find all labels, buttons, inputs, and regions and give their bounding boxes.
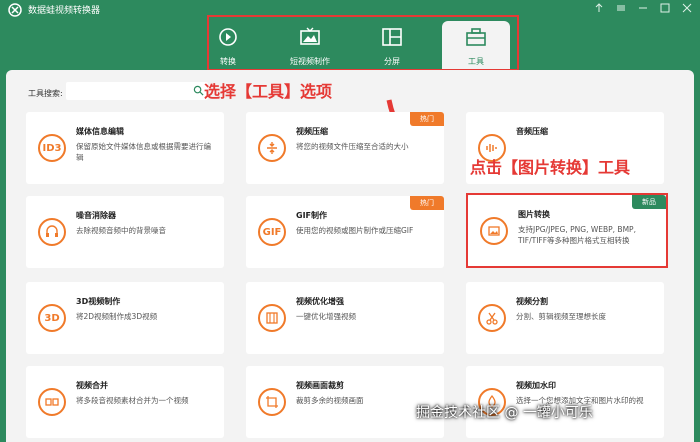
tool-title: GIF制作 — [296, 211, 328, 220]
tool-desc: 将2D视频制作成3D视频 — [76, 312, 158, 321]
tool-title: 3D视频制作 — [76, 297, 121, 306]
menu-icon[interactable] — [592, 2, 606, 16]
tool-card[interactable]: 视频分割 分割、剪辑视频至理想长度 — [466, 282, 664, 354]
tool-title: 媒体信息编辑 — [76, 127, 124, 136]
merge-icon — [38, 388, 66, 416]
tool-card[interactable]: 视频压缩 将您的视频文件压缩至合适的大小 热门 — [246, 112, 444, 184]
search-label: 工具搜索: — [28, 89, 63, 98]
tabs-highlight-box — [207, 15, 519, 71]
tool-title: 视频优化增强 — [296, 297, 344, 306]
tool-desc: 分割、剪辑视频至理想长度 — [516, 312, 606, 321]
id3-icon: ID3 — [38, 134, 66, 162]
tool-card[interactable]: 3D 3D视频制作 将2D视频制作成3D视频 — [26, 282, 224, 354]
gif-icon: GIF — [258, 218, 286, 246]
tool-desc: 使用您的视频或图片制作或压缩GIF — [296, 226, 414, 235]
scissors-icon — [478, 304, 506, 332]
tool-title: 视频分割 — [516, 297, 548, 306]
tool-card[interactable]: 噪音消除器 去除视频音频中的背景噪音 — [26, 196, 224, 268]
tool-desc: 保留原始文件媒体信息或根据需要进行编辑 — [76, 142, 211, 162]
search-input[interactable] — [66, 82, 208, 100]
tool-title: 视频合并 — [76, 381, 108, 390]
annotation-step1: 选择【工具】选项 — [204, 82, 333, 101]
annotation-step2: 点击【图片转换】工具 — [470, 158, 631, 177]
tool-card[interactable]: 视频优化增强 一键优化增强视频 — [246, 282, 444, 354]
close-icon[interactable] — [680, 2, 694, 16]
search-icon[interactable] — [193, 85, 204, 96]
tool-desc: 将您的视频文件压缩至合适的大小 — [296, 142, 409, 151]
app-title: 数据蛙视频转换器 — [28, 6, 101, 16]
tool-title: 噪音消除器 — [76, 211, 116, 220]
tool-title: 视频压缩 — [296, 127, 328, 136]
tool-card[interactable]: ID3 媒体信息编辑 保留原始文件媒体信息或根据需要进行编辑 — [26, 112, 224, 184]
tool-card[interactable]: 视频合并 将多段音视频素材合并为一个视频 — [26, 366, 224, 438]
tools-panel: 工具搜索: 选择【工具】选项 ID3 媒体信息编辑 保留原始文件媒体信息或根据需… — [6, 70, 694, 442]
tool-card[interactable]: 视频画面裁剪 裁剪多余的视频画面 — [246, 366, 444, 438]
hot-badge: 热门 — [410, 196, 444, 210]
hot-badge: 热门 — [410, 112, 444, 126]
tool-desc: 将多段音视频素材合并为一个视频 — [76, 396, 189, 405]
tool-desc: 去除视频音频中的背景噪音 — [76, 226, 166, 235]
tool-desc: 裁剪多余的视频画面 — [296, 396, 364, 405]
compress-icon — [258, 134, 286, 162]
noise-icon — [38, 218, 66, 246]
crop-icon — [258, 388, 286, 416]
tool-card[interactable]: GIF GIF制作 使用您的视频或图片制作或压缩GIF 热门 — [246, 196, 444, 268]
settings-icon[interactable] — [614, 2, 628, 16]
maximize-icon[interactable] — [658, 2, 672, 16]
image-convert-highlight-box — [466, 193, 668, 268]
tool-title: 音频压缩 — [516, 127, 548, 136]
minimize-icon[interactable] — [636, 2, 650, 16]
tool-desc: 一键优化增强视频 — [296, 312, 356, 321]
tool-title: 视频加水印 — [516, 381, 556, 390]
3d-icon: 3D — [38, 304, 66, 332]
watermark-text: 掘金技术社区 @ 一罐小可乐 — [416, 405, 593, 421]
tool-title: 视频画面裁剪 — [296, 381, 344, 390]
enhance-icon — [258, 304, 286, 332]
app-logo-icon — [8, 3, 22, 17]
window-controls — [592, 2, 694, 16]
